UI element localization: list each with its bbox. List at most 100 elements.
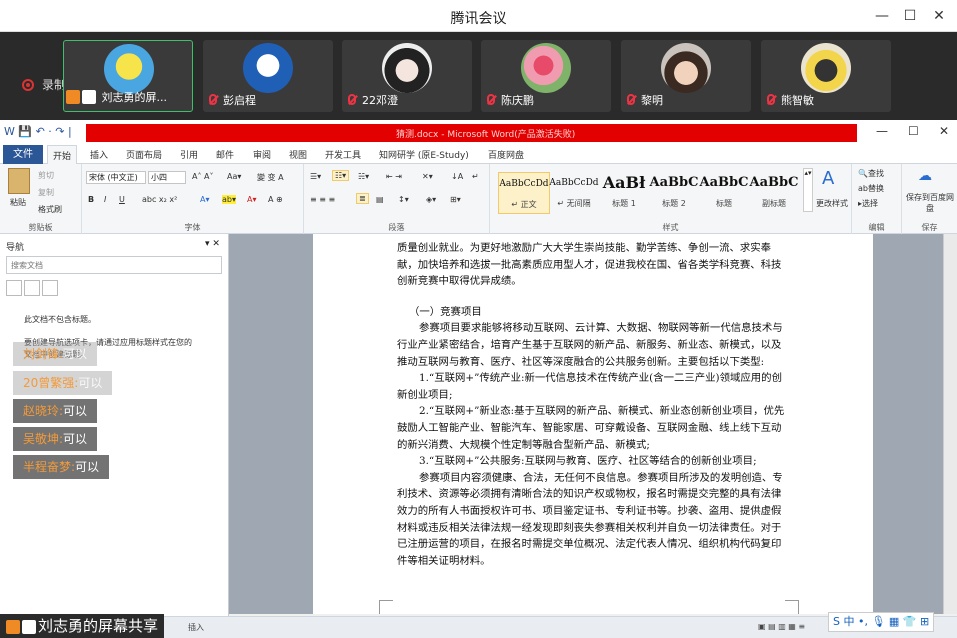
font-size-select[interactable]: 小四 [148, 171, 186, 184]
tab-references[interactable]: 引用 [180, 148, 198, 161]
save-group-label: 保存 [921, 223, 938, 232]
cut-button[interactable]: 剪切 [38, 170, 54, 181]
strikethrough-button[interactable]: abc x₂ x² [142, 195, 177, 204]
insert-mode[interactable]: 插入 [188, 622, 204, 633]
baidu-cloud-icon: ☁ [918, 168, 932, 184]
font-color-button[interactable]: A▾ [247, 195, 257, 204]
nav-tab-pages[interactable] [24, 280, 40, 296]
tab-cnki-estudy[interactable]: 知网研学 (原E-Study) [379, 148, 469, 161]
change-styles-button[interactable]: 更改样式 [816, 198, 848, 209]
underline-button[interactable]: U [119, 195, 125, 204]
bullets-button[interactable]: ☰▾ [310, 172, 321, 181]
participant-tile[interactable]: 彭启程 [203, 40, 333, 112]
ime-toolbar[interactable]: S 中 •, 🎙 ▦ 👕 ⊞ [828, 612, 935, 632]
tab-insert[interactable]: 插入 [90, 148, 108, 161]
participant-tile[interactable]: 陈庆鹏 [481, 40, 611, 112]
nav-tab-results[interactable] [42, 280, 58, 296]
tab-baidu-netdisk[interactable]: 百度网盘 [488, 148, 524, 161]
select-button[interactable]: ▸选择 [858, 198, 878, 209]
italic-button[interactable]: I [104, 195, 106, 204]
text-effects-button[interactable]: A▾ [200, 195, 210, 204]
char-shading-button[interactable]: A ⊕ [268, 195, 283, 204]
style-title[interactable]: AaBbC 标题 [698, 172, 750, 214]
word-maximize-button[interactable]: ☐ [908, 124, 919, 138]
anime-girl-avatar-icon [382, 43, 432, 93]
borders-button[interactable]: ⊞▾ [450, 195, 461, 204]
distributed-button[interactable]: ▤ [376, 195, 384, 204]
nav-tab-headings[interactable] [6, 280, 22, 296]
maximize-button[interactable]: ☐ [900, 6, 920, 26]
document-page[interactable]: 质量创业就业。为更好地激励广大大学生崇尚技能、勤学苦练、争创一流、求实奉献，加快… [313, 234, 873, 614]
change-case-button[interactable]: Aa▾ [227, 172, 241, 181]
crop-mark [379, 600, 393, 614]
crop-mark [785, 600, 799, 614]
participant-tile[interactable]: 熊智敏 [761, 40, 891, 112]
screen-share-icon [66, 90, 98, 107]
style-subtitle[interactable]: AaBbC 副标题 [748, 172, 800, 214]
chat-message: 20曾繁强:可以 [13, 371, 113, 395]
word-titlebar: W 💾 ↶ · ↷ | 猜测.docx - Microsoft Word(产品激… [0, 120, 957, 144]
save-group: ☁ 保存到百度网盘 保存 [902, 164, 957, 234]
nav-pane-close-icon[interactable]: ▾ ✕ [205, 239, 220, 249]
participant-tile[interactable]: 22邓澄 [342, 40, 472, 112]
line-spacing-button[interactable]: ↕▾ [398, 195, 409, 204]
tab-home[interactable]: 开始 [47, 145, 78, 164]
tab-view[interactable]: 视图 [289, 148, 307, 161]
numbering-button[interactable]: ☷▾ [332, 170, 350, 181]
sort-button[interactable]: ↓A [451, 172, 463, 181]
show-marks-button[interactable]: ↵ [472, 172, 479, 181]
tab-review[interactable]: 审阅 [253, 148, 271, 161]
styles-group: AaBbCcDd ↵ 正文 AaBbCcDd ↵ 无间隔 AaBł 标题 1 AaBb… [490, 164, 852, 234]
paste-icon [8, 168, 30, 194]
replace-button[interactable]: ab替换 [858, 183, 884, 194]
style-heading-2[interactable]: AaBbC 标题 2 [648, 172, 700, 214]
find-button[interactable]: 🔍查找 [858, 168, 884, 179]
participant-name: 22邓澄 [362, 94, 398, 107]
close-button[interactable]: ✕ [929, 6, 949, 26]
word-minimize-button[interactable]: — [876, 124, 888, 138]
style-no-spacing[interactable]: AaBbCcDd ↵ 无间隔 [548, 172, 600, 214]
nav-pane-title: 导航 [6, 243, 25, 253]
chinese-layout-button[interactable]: ✕▾ [422, 172, 433, 181]
copy-button[interactable]: 复制 [38, 187, 54, 198]
format-painter-button[interactable]: 格式刷 [38, 204, 62, 215]
indent-buttons[interactable]: ⇤ ⇥ [386, 172, 402, 181]
font-name-select[interactable]: 宋体 (中文正) [86, 171, 146, 184]
tab-developer[interactable]: 开发工具 [325, 148, 361, 161]
paragraph-group-label: 段落 [388, 223, 405, 232]
spongebob-avatar-icon [104, 44, 154, 94]
editing-group-label: 编辑 [868, 223, 885, 232]
tab-mailings[interactable]: 邮件 [216, 148, 234, 161]
ribbon: 粘贴 剪切 复制 格式刷 剪贴板 宋体 (中文正) 小四 A˄ A˅ Aa▾ 變… [0, 164, 957, 234]
style-normal[interactable]: AaBbCcDd ↵ 正文 [498, 172, 550, 214]
nav-search-input[interactable]: 搜索文档 [6, 256, 222, 274]
grow-font-button[interactable]: A˄ A˅ [192, 172, 214, 181]
style-heading-1[interactable]: AaBł 标题 1 [598, 172, 650, 214]
vertical-scrollbar[interactable] [943, 234, 957, 614]
phonetic-guide-button[interactable]: 變 变 A [257, 172, 284, 183]
view-buttons[interactable]: ▣ ▤ ▥ ▦ ≡ [758, 622, 805, 631]
align-buttons[interactable]: ≡ ≡ ≡ [310, 195, 335, 204]
word-close-button[interactable]: ✕ [939, 124, 949, 138]
paste-button[interactable]: 粘贴 [10, 197, 26, 208]
donald-duck-avatar-icon [243, 43, 293, 93]
clipboard-group: 粘贴 剪切 复制 格式刷 剪贴板 [0, 164, 82, 234]
bold-button[interactable]: B [88, 195, 94, 204]
styles-scroll[interactable]: ▴▾ [803, 168, 813, 212]
multilevel-list-button[interactable]: ☵▾ [358, 172, 369, 181]
highlight-button[interactable]: ab▾ [222, 195, 236, 204]
minimize-button[interactable]: — [872, 6, 892, 26]
shading-button[interactable]: ◈▾ [426, 195, 436, 204]
chat-message: 赵晓玲:可以 [13, 399, 98, 423]
font-group: 宋体 (中文正) 小四 A˄ A˅ Aa▾ 變 变 A B I U abc x₂… [82, 164, 304, 234]
participant-tile[interactable]: 刘志勇的屏... [63, 40, 193, 112]
tab-page-layout[interactable]: 页面布局 [126, 148, 162, 161]
justify-button[interactable]: ≣ [356, 193, 369, 204]
save-to-baidu-button[interactable]: 保存到百度网盘 [906, 192, 954, 214]
quick-access-toolbar[interactable]: W 💾 ↶ · ↷ | [4, 125, 72, 138]
doc-list-item: 2.“互联网+”新业态:基于互联网的新产品、新模式、新业态创新创业项目，优先鼓励… [397, 405, 785, 451]
tab-file[interactable]: 文件 [3, 145, 43, 164]
chat-message: 吴敬坤:可以 [13, 427, 98, 451]
document-body: 质量创业就业。为更好地激励广大大学生崇尚技能、勤学苦练、争创一流、求实奉献，加快… [397, 240, 789, 569]
participant-tile[interactable]: 黎明 [621, 40, 751, 112]
